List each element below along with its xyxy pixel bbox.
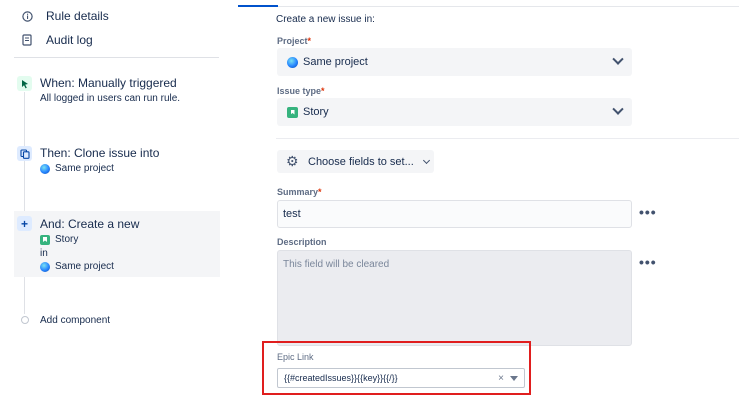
sidebar-item-rule-details[interactable]: Rule details — [20, 9, 109, 23]
epic-link-input[interactable]: {{#createdIssues}}{{key}}{{/}} × — [277, 368, 525, 388]
sidebar-item-label: Audit log — [46, 33, 93, 47]
document-icon — [20, 33, 34, 47]
description-more-button[interactable]: ••• — [639, 254, 657, 270]
info-icon — [20, 9, 34, 23]
project-avatar-icon — [287, 56, 298, 68]
clear-icon[interactable]: × — [498, 373, 504, 384]
epic-link-label: Epic Link — [277, 352, 314, 362]
trigger-step-title[interactable]: When: Manually triggered — [40, 76, 177, 90]
chevron-down-icon — [422, 156, 430, 165]
sidebar-item-audit-log[interactable]: Audit log — [20, 33, 93, 47]
project-label: Project* — [277, 36, 312, 46]
active-tab-indicator — [238, 5, 278, 7]
clone-step-project: Same project — [40, 163, 114, 174]
add-component-dot — [21, 316, 29, 324]
issue-type-select[interactable]: Story — [277, 98, 632, 126]
create-step-title[interactable]: And: Create a new — [40, 217, 139, 231]
plus-icon: + — [17, 216, 32, 231]
summary-label: Summary* — [277, 187, 322, 197]
project-avatar-icon — [40, 163, 50, 174]
create-step-project: Same project — [40, 261, 114, 272]
form-divider — [276, 138, 739, 139]
caret-down-icon[interactable] — [510, 375, 518, 381]
clone-step-title[interactable]: Then: Clone issue into — [40, 146, 159, 160]
add-component-link[interactable]: Add component — [40, 315, 110, 326]
clone-step[interactable] — [17, 146, 32, 161]
form-heading: Create a new issue in: — [276, 14, 375, 25]
chevron-down-icon — [612, 103, 624, 115]
story-icon — [287, 106, 298, 118]
description-label: Description — [277, 237, 327, 247]
top-divider — [240, 6, 739, 7]
steps-connector-line — [24, 92, 25, 314]
summary-more-button[interactable]: ••• — [639, 204, 657, 220]
description-textarea[interactable]: This field will be cleared — [277, 250, 632, 346]
create-step-connector: in — [40, 248, 48, 259]
create-step-type: Story — [40, 234, 78, 245]
chevron-down-icon — [612, 53, 624, 65]
create-step[interactable]: + — [17, 216, 32, 231]
issue-type-label: Issue type* — [277, 86, 325, 96]
project-avatar-icon — [40, 261, 50, 272]
summary-input[interactable]: test — [277, 200, 632, 228]
gear-icon: ⚙ — [286, 153, 299, 169]
sidebar-divider — [14, 57, 219, 58]
sidebar-item-label: Rule details — [46, 9, 109, 23]
choose-fields-button[interactable]: ⚙ Choose fields to set... — [277, 150, 434, 173]
trigger-step-subtitle: All logged in users can run rule. — [40, 93, 181, 104]
cursor-click-icon — [17, 76, 32, 91]
trigger-step[interactable] — [17, 76, 32, 91]
project-select[interactable]: Same project — [277, 48, 632, 76]
story-icon — [40, 234, 50, 245]
copy-icon — [17, 146, 32, 161]
